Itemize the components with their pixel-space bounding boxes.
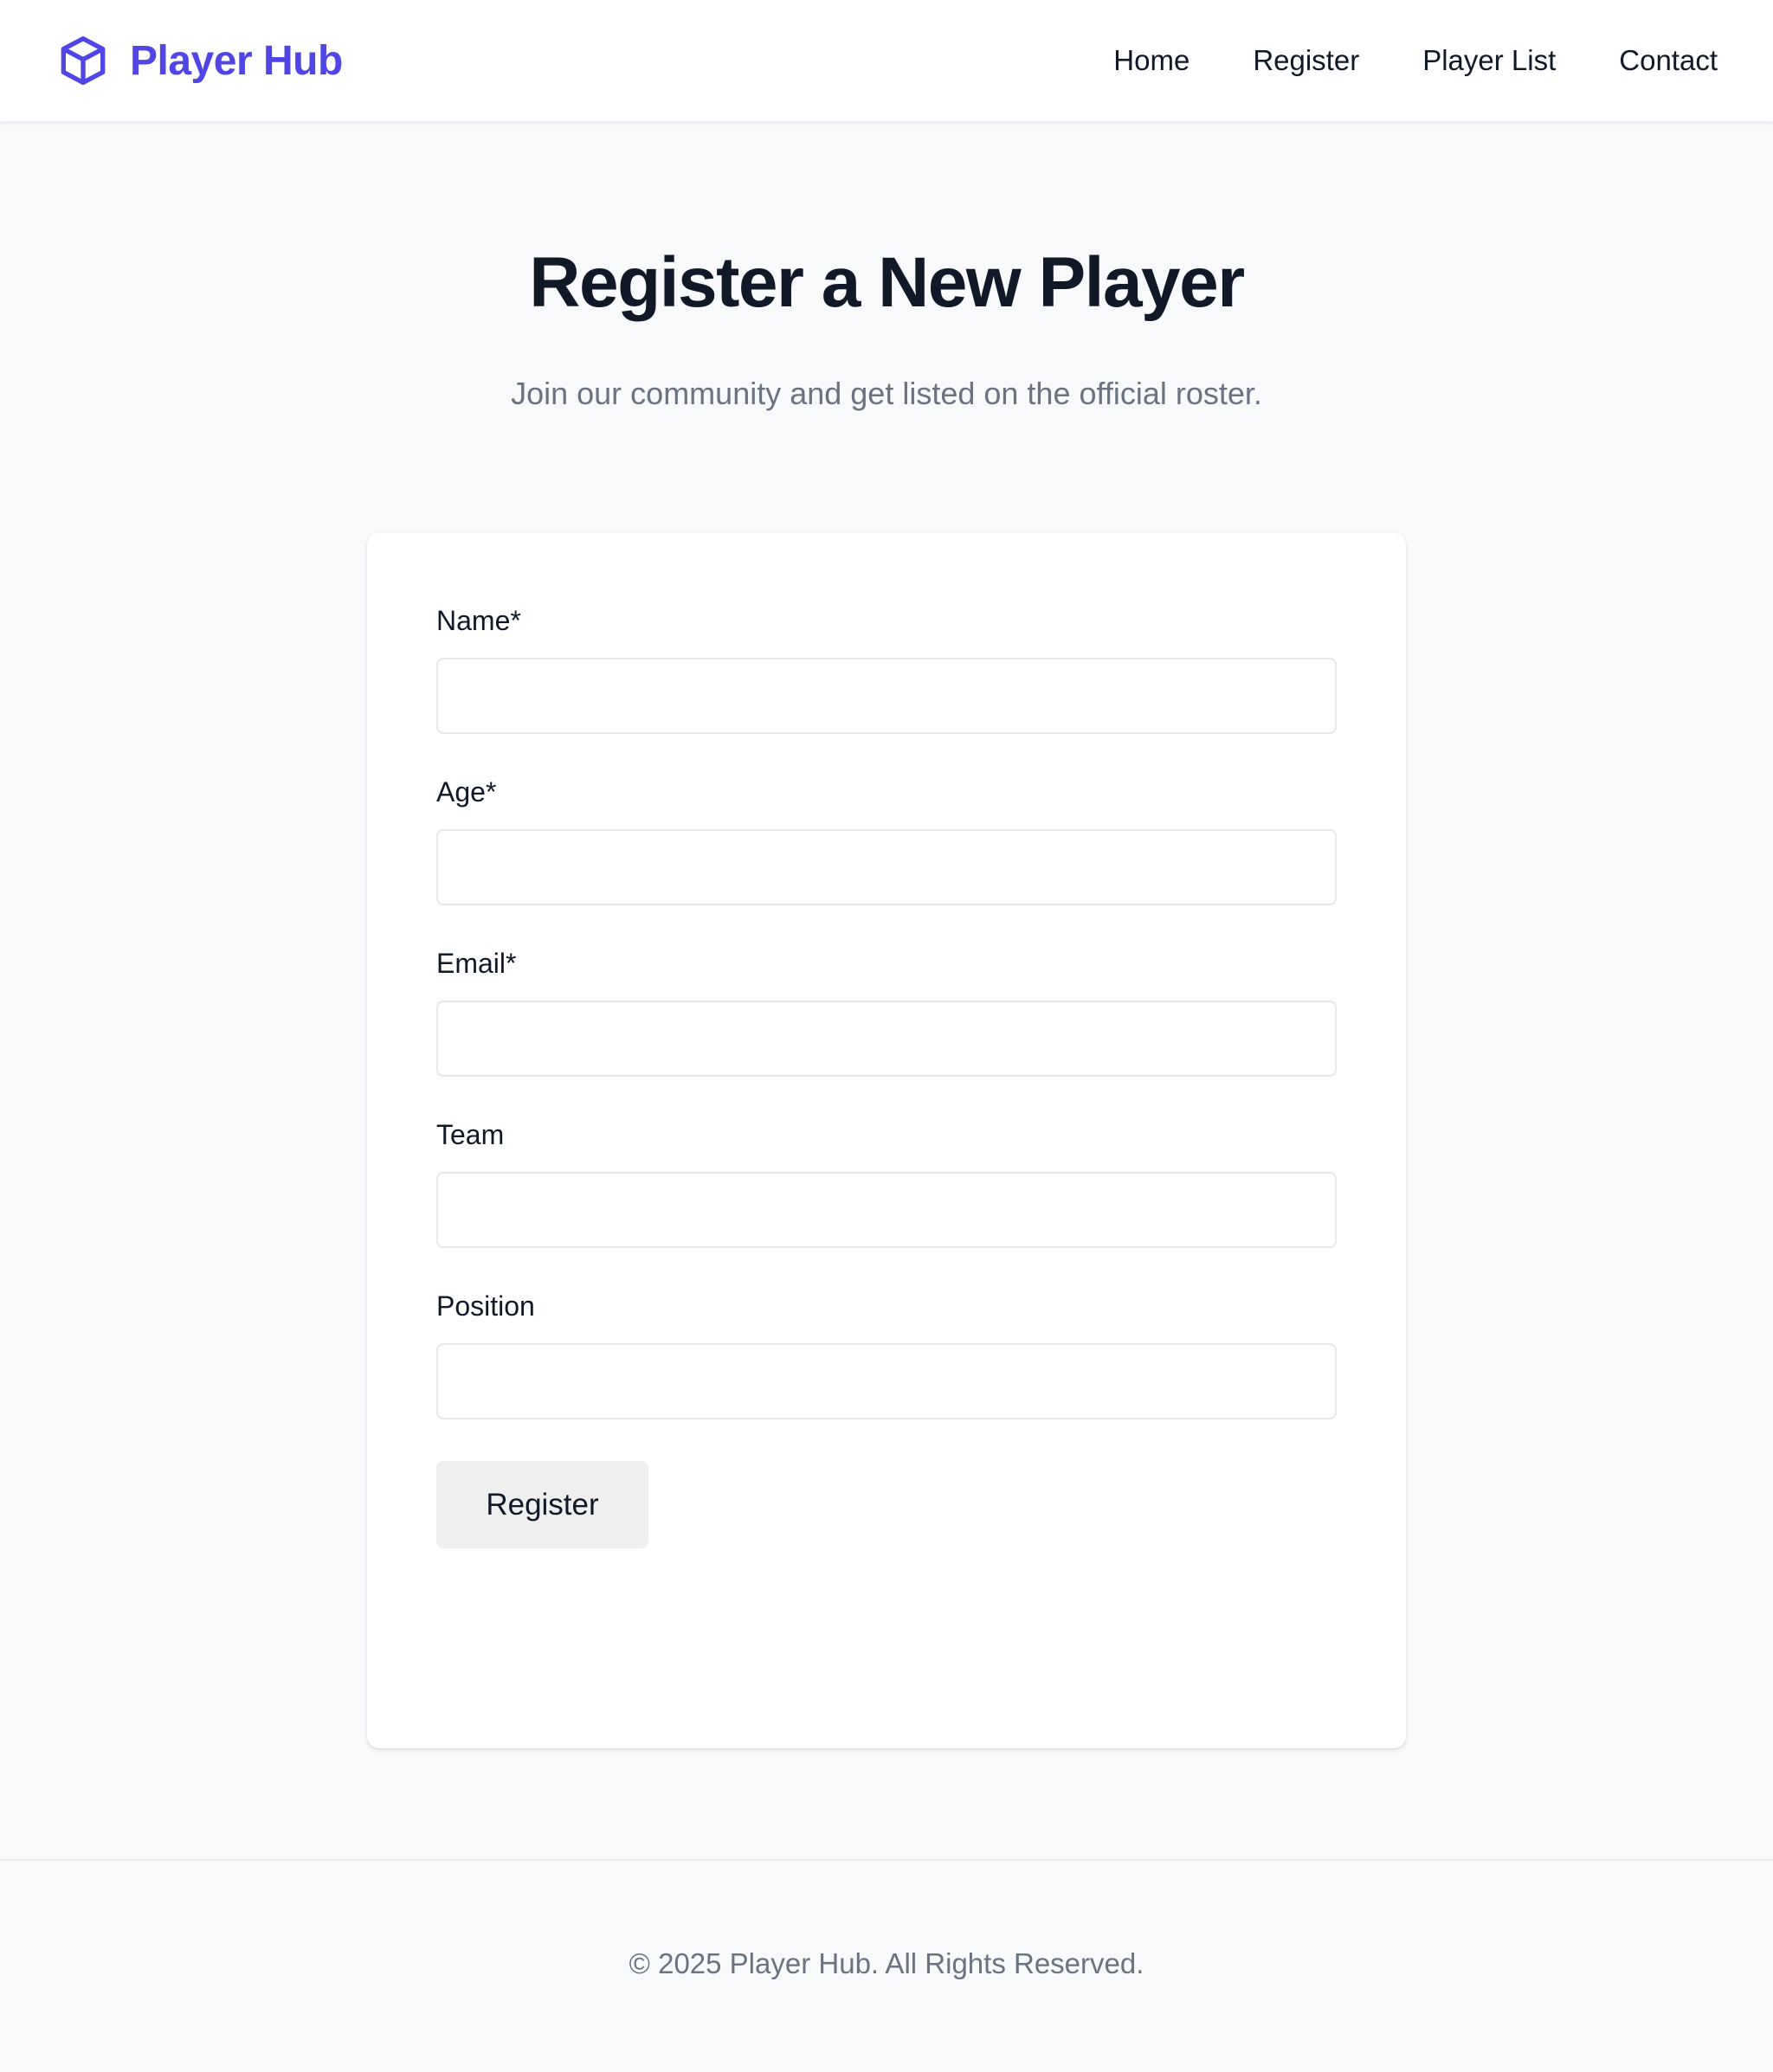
register-button[interactable]: Register [436,1461,648,1548]
name-label: Name* [436,605,521,636]
page-subtitle: Join our community and get listed on the… [511,376,1262,411]
main-nav: Home Register Player List Contact [1113,40,1718,81]
position-label: Position [436,1290,535,1322]
age-label: Age* [436,776,497,808]
brand-name: Player Hub [130,37,343,84]
email-field-group: Email* [436,947,1337,1077]
email-label: Email* [436,948,517,979]
team-label: Team [436,1119,505,1150]
cube-icon [61,36,106,85]
registration-form: Name* Age* Email* Team Position Register [367,533,1406,1748]
page-title: Register a New Player [529,243,1245,322]
footer-copyright: © 2025 Player Hub. All Rights Reserved. [629,1947,1144,1979]
nav-link-contact[interactable]: Contact [1619,40,1718,81]
team-input[interactable] [436,1172,1337,1248]
team-field-group: Team [436,1118,1337,1248]
nav-link-player-list[interactable]: Player List [1422,40,1556,81]
site-header: Player Hub Home Register Player List Con… [0,0,1773,122]
name-input[interactable] [436,658,1337,734]
name-field-group: Name* [436,604,1337,734]
position-input[interactable] [436,1343,1337,1419]
age-input[interactable] [436,829,1337,905]
age-field-group: Age* [436,775,1337,905]
nav-link-home[interactable]: Home [1113,40,1190,81]
email-input[interactable] [436,1001,1337,1077]
brand-logo-link[interactable]: Player Hub [55,33,343,88]
site-footer: © 2025 Player Hub. All Rights Reserved. [0,1859,1773,2072]
position-field-group: Position [436,1290,1337,1419]
nav-link-register[interactable]: Register [1253,40,1359,81]
